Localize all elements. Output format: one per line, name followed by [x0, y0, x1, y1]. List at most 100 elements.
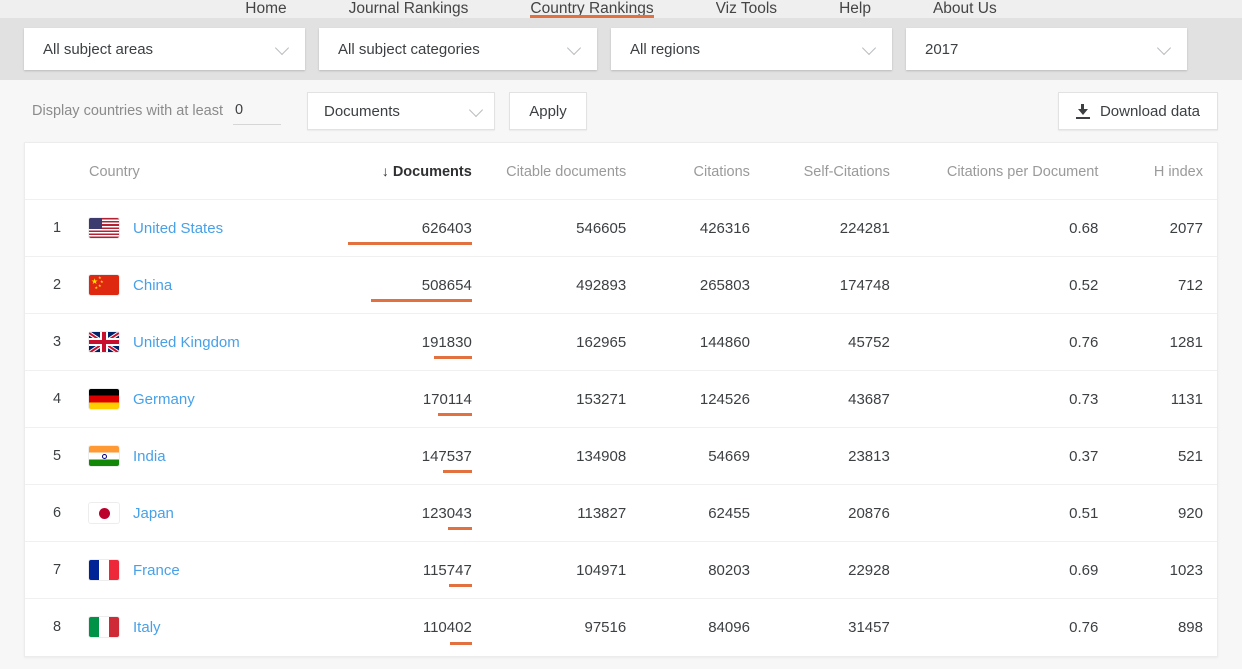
col-citations[interactable]: Citations: [647, 143, 774, 200]
col-citable[interactable]: Citable documents: [498, 143, 647, 200]
nav-item-home[interactable]: Home: [245, 0, 286, 18]
cell-rank: 3: [52, 334, 62, 350]
download-data-button[interactable]: Download data: [1058, 92, 1218, 130]
column-header-label: Citations per Document: [946, 163, 1099, 180]
documents-value: 110402: [422, 618, 472, 636]
country-link[interactable]: China: [133, 277, 172, 294]
nav-item-viz-tools[interactable]: Viz Tools: [716, 0, 777, 18]
cell-citations: 144860: [699, 333, 750, 351]
cell-self-citations: 23813: [848, 447, 890, 465]
cell-h-index: 1023: [1169, 561, 1203, 579]
region-dropdown[interactable]: All regions: [611, 28, 892, 70]
cell-documents: 123043: [313, 485, 498, 542]
table-header-row: Country ↓ Documents Citable documents Cit…: [25, 143, 1217, 200]
cell-h-index: 1281: [1169, 333, 1203, 351]
table-header: Country ↓ Documents Citable documents Cit…: [25, 143, 1217, 200]
nav-item-journal-rankings[interactable]: Journal Rankings: [349, 0, 469, 18]
flag-gb-icon: [89, 332, 120, 352]
cell-citations-per-document: 0.68: [1069, 219, 1099, 237]
nav-item-about-us[interactable]: About Us: [933, 0, 997, 18]
cell-rank: 2: [52, 277, 62, 293]
col-documents[interactable]: ↓ Documents: [313, 143, 498, 200]
country-cell: United States: [89, 218, 313, 238]
cell-h-index: 920: [1177, 504, 1203, 522]
table-toolbar: Display countries with at least Document…: [0, 80, 1242, 142]
col-citations-per-document[interactable]: Citations per Document: [912, 143, 1120, 200]
year-dropdown[interactable]: 2017: [906, 28, 1187, 70]
cell-documents: 508654: [313, 257, 498, 314]
main-navigation: Home Journal Rankings Country Rankings Viz …: [0, 0, 1242, 18]
cell-citations-per-document: 0.37: [1069, 447, 1099, 465]
country-cell: Japan: [89, 503, 313, 523]
cell-citations: 84096: [708, 618, 750, 636]
cell-self-citations: 20876: [848, 504, 890, 522]
cell-citable-documents: 113827: [577, 504, 627, 522]
country-link[interactable]: United Kingdom: [133, 334, 240, 351]
cell-documents: 170114: [313, 371, 498, 428]
cell-citations: 426316: [699, 219, 750, 237]
cell-citable-documents: 492893: [576, 276, 627, 294]
nav-item-help[interactable]: Help: [839, 0, 871, 18]
cell-citable-documents: 162965: [576, 333, 627, 351]
documents-bar: [437, 413, 472, 416]
chevron-down-icon: [568, 42, 582, 56]
subject-area-value: All subject areas: [43, 40, 154, 58]
table-row: 2 ★ ★ ★ ★ ★ China 508654 492893 265803 174748 0.52 7…: [25, 256, 1217, 314]
col-h-index[interactable]: H index: [1119, 143, 1217, 200]
nav-item-country-rankings[interactable]: Country Rankings: [530, 0, 654, 18]
cell-h-index: 521: [1177, 447, 1203, 465]
cell-country: Germany: [71, 371, 313, 428]
documents-bar: [442, 470, 472, 473]
country-link[interactable]: India: [133, 448, 166, 465]
col-country[interactable]: Country: [71, 143, 313, 200]
documents-bar: [370, 299, 472, 302]
country-link[interactable]: Japan: [133, 505, 174, 522]
cell-citations: 80203: [708, 561, 750, 579]
cell-documents: 191830: [313, 314, 498, 371]
flag-jp-icon: [89, 503, 120, 523]
cell-citations-per-document: 0.73: [1069, 390, 1099, 408]
documents-bar: [433, 356, 472, 359]
cell-citations-per-document: 0.76: [1069, 333, 1099, 351]
sort-arrow-down-icon: ↓: [381, 163, 389, 179]
table-row: 3 United Kingdom 191830 162965 144860 45752 0.…: [25, 313, 1217, 371]
country-link[interactable]: France: [133, 562, 180, 579]
subject-category-dropdown[interactable]: All subject categories: [319, 28, 597, 70]
cell-rank: 7: [52, 562, 62, 578]
column-header-label: Country: [89, 163, 140, 180]
cell-self-citations: 45752: [848, 333, 890, 351]
table-row: 1 United States 626403 546605 426316 224281 0.…: [25, 199, 1217, 257]
cell-h-index: 712: [1177, 276, 1203, 294]
cell-citations-per-document: 0.51: [1069, 504, 1099, 522]
cell-documents: 147537: [313, 428, 498, 485]
apply-button[interactable]: Apply: [509, 92, 587, 130]
subject-category-value: All subject categories: [338, 40, 480, 58]
table-row: 4 Germany 170114 153271 124526 43687 0.73 1131: [25, 370, 1217, 428]
metric-dropdown[interactable]: Documents: [307, 92, 495, 130]
table-row: 8 Italy 110402 97516 84096 31457 0.76 898: [25, 598, 1217, 656]
col-self-citations[interactable]: Self-Citations: [774, 143, 912, 200]
table-row: 6 Japan 123043 113827 62455 20876 0.51 920: [25, 484, 1217, 542]
country-cell: United Kingdom: [89, 332, 313, 352]
cell-h-index: 898: [1177, 618, 1203, 636]
cell-rank: 8: [52, 619, 62, 636]
cell-citable-documents: 153271: [576, 390, 627, 408]
cell-self-citations: 174748: [839, 276, 890, 294]
documents-value: 508654: [421, 276, 472, 294]
threshold-input[interactable]: [233, 97, 281, 125]
download-data-label: Download data: [1099, 102, 1201, 120]
cell-rank: 6: [52, 505, 62, 521]
cell-citable-documents: 104971: [576, 561, 627, 579]
subject-area-dropdown[interactable]: All subject areas: [24, 28, 305, 70]
country-link[interactable]: United States: [133, 220, 223, 237]
country-link[interactable]: Italy: [133, 619, 161, 636]
filter-bar: All subject areas All subject categories…: [0, 18, 1242, 80]
cell-self-citations: 224281: [839, 219, 890, 237]
cell-rank: 1: [52, 220, 62, 236]
year-value: 2017: [925, 40, 959, 58]
cell-self-citations: 31457: [848, 618, 890, 636]
col-rank: [25, 143, 71, 200]
chevron-down-icon: [863, 42, 877, 56]
flag-de-icon: [89, 389, 120, 409]
country-link[interactable]: Germany: [133, 391, 195, 408]
